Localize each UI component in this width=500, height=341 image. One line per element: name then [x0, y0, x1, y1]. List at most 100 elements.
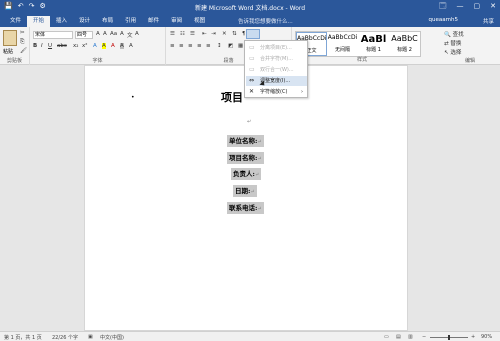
char-border-icon[interactable]: A	[135, 31, 139, 37]
change-case-icon[interactable]: Aa	[110, 31, 117, 37]
copy-icon[interactable]: ⎘	[20, 39, 24, 46]
font-name-select[interactable]: 宋体	[33, 31, 73, 39]
char-shading-icon[interactable]: A	[120, 43, 124, 49]
paste-icon[interactable]	[3, 30, 17, 46]
web-layout-icon[interactable]: ▥	[408, 334, 413, 340]
doc-heading[interactable]: 项目	[221, 89, 243, 105]
zoom-level[interactable]: 90%	[481, 334, 492, 340]
page-count[interactable]: 第 1 页，共 1 页	[4, 334, 42, 341]
align-center-icon[interactable]: ≡	[179, 43, 184, 49]
paste-button[interactable]: 粘贴	[3, 48, 13, 55]
maximize-icon[interactable]: ▢	[474, 2, 481, 13]
tab-review[interactable]: 审阅	[165, 16, 188, 27]
font-size-select[interactable]: 四号	[75, 31, 93, 39]
bold-icon[interactable]: B	[33, 43, 37, 49]
menu-item-split[interactable]: ▭ 分离项目(E)...	[246, 43, 307, 53]
text-effects-icon[interactable]: A	[93, 43, 97, 49]
select-button[interactable]: ↖ 选择	[444, 48, 461, 56]
close-icon[interactable]: ✕	[490, 2, 496, 13]
document-page[interactable]: • 项目 ↵ 单位名称:↵ 项目名称:↵ 负责人:↵ 日期:↵ 联系电话:↵	[84, 65, 408, 331]
tab-mailings[interactable]: 邮件	[142, 16, 165, 27]
field-unit-name[interactable]: 单位名称:↵	[227, 135, 264, 147]
chinese-layout-button-active[interactable]	[246, 29, 260, 39]
title-bar: 💾 ↶ ↷ ⚙ 新建 Microsoft Word 文档.docx - Word…	[0, 0, 500, 15]
menu-item-two-lines[interactable]: ▭ 双行合一(W)...	[246, 65, 307, 75]
styles-label: 样式	[356, 57, 367, 63]
find-button[interactable]: 🔍 查找	[444, 30, 464, 38]
decrease-indent-icon[interactable]: ⇤	[202, 31, 207, 37]
proofing-icon[interactable]: ▣	[88, 334, 93, 340]
cut-icon[interactable]: ✂	[20, 30, 25, 36]
char-scale-icon: ✕	[249, 88, 255, 95]
tab-view[interactable]: 视图	[188, 16, 211, 27]
field-phone[interactable]: 联系电话:↵	[227, 202, 264, 214]
enclose-char-icon[interactable]: A	[129, 43, 133, 49]
grow-font-icon[interactable]: A	[96, 31, 100, 37]
field-owner[interactable]: 负责人:↵	[231, 168, 262, 180]
justify-icon[interactable]: ≡	[197, 43, 202, 49]
style-name: 无间隔	[334, 47, 350, 53]
zoom-in-icon[interactable]: +	[471, 334, 475, 340]
align-left-icon[interactable]: ≡	[170, 43, 175, 49]
language[interactable]: 中文(中国)	[100, 334, 124, 341]
field-project-name[interactable]: 项目名称:↵	[227, 152, 264, 164]
line-spacing-icon[interactable]: ↕	[217, 43, 222, 49]
multilevel-icon[interactable]: ☰	[190, 31, 195, 37]
align-right-icon[interactable]: ≡	[188, 43, 193, 49]
underline-icon[interactable]: U	[48, 43, 52, 49]
menu-item-fit-width[interactable]: ⇔ 调整宽度(I)...	[246, 76, 307, 86]
style-preview: AaBl	[360, 34, 387, 45]
read-mode-icon[interactable]: ▭	[384, 334, 389, 340]
document-area[interactable]: • 项目 ↵ 单位名称:↵ 项目名称:↵ 负责人:↵ 日期:↵ 联系电话:↵	[0, 65, 500, 331]
menu-item-combine[interactable]: ▭ 合并字符(M)...	[246, 54, 307, 64]
shrink-font-icon[interactable]: A	[103, 31, 107, 37]
field-date[interactable]: 日期:↵	[233, 185, 257, 197]
zoom-slider-thumb[interactable]	[448, 335, 450, 340]
show-marks-icon[interactable]: ¶	[242, 31, 246, 37]
borders-icon[interactable]: ▦	[238, 43, 243, 49]
styles-gallery[interactable]: AaBbCcDi 正文 AaBbCcDi 无间隔 AaBl 标题 1 AaBbC…	[295, 31, 421, 57]
italic-icon[interactable]: I	[41, 43, 43, 49]
tab-layout[interactable]: 布局	[96, 16, 119, 27]
font-color-icon[interactable]: A	[111, 43, 115, 49]
distribute-icon[interactable]: ≡	[206, 43, 211, 49]
tab-references[interactable]: 引用	[119, 16, 142, 27]
format-painter-icon[interactable]: 🖌	[20, 48, 27, 54]
style-heading-1[interactable]: AaBl 标题 1	[358, 32, 389, 56]
sort-icon[interactable]: ⇅	[232, 31, 237, 37]
tell-me-input[interactable]: 告诉我您想要做什么...	[238, 17, 293, 25]
highlight-icon[interactable]: A	[102, 43, 106, 49]
numbering-icon[interactable]: ☷	[180, 31, 185, 37]
tab-home[interactable]: 开始	[27, 16, 51, 27]
ribbon-display-icon[interactable]: 🗔	[439, 2, 447, 13]
zoom-out-icon[interactable]: −	[422, 334, 426, 340]
style-heading-2[interactable]: AaBbC 标题 2	[389, 32, 420, 56]
menu-item-label: 字符缩放(C)	[260, 89, 288, 95]
tab-insert[interactable]: 插入	[50, 16, 73, 27]
phonetic-guide-icon[interactable]: 文	[127, 31, 133, 39]
share-button[interactable]: 共享	[483, 17, 494, 25]
tab-design[interactable]: 设计	[73, 16, 96, 27]
shading-icon[interactable]: ◩	[228, 43, 233, 49]
minimize-icon[interactable]: —	[457, 2, 464, 13]
field-label: 联系电话:	[229, 204, 258, 212]
split-icon: ▭	[249, 44, 255, 51]
menu-item-char-scale[interactable]: ✕ 字符缩放(C) ›	[246, 87, 307, 97]
strikethrough-icon[interactable]: abc	[57, 43, 67, 49]
bullets-icon[interactable]: ☰	[170, 31, 175, 37]
replace-button[interactable]: ⇄ 替换	[444, 39, 461, 47]
style-no-spacing[interactable]: AaBbCcDi 无间隔	[327, 32, 358, 56]
chinese-layout-menu: ▭ 分离项目(E)... ▭ 合并字符(M)... ▭ 双行合一(W)... ⇔ 调整宽…	[244, 40, 308, 98]
print-layout-icon[interactable]: ▤	[396, 334, 401, 340]
font-group: 宋体 四号 A A Aa A 文 A B I U abc x₂ x² A A A…	[30, 27, 166, 65]
field-label: 日期:	[235, 187, 251, 195]
clear-format-icon[interactable]: A	[120, 31, 124, 37]
word-count[interactable]: 22/26 个字	[52, 334, 78, 341]
user-name[interactable]: queaamh5	[429, 17, 458, 23]
superscript-icon[interactable]: x²	[82, 43, 87, 49]
replace-label: 替换	[450, 41, 462, 47]
chinese-layout-icon[interactable]: ✕	[222, 31, 227, 37]
subscript-icon[interactable]: x₂	[73, 43, 78, 49]
increase-indent-icon[interactable]: ⇥	[211, 31, 216, 37]
tab-file[interactable]: 文件	[4, 16, 27, 27]
